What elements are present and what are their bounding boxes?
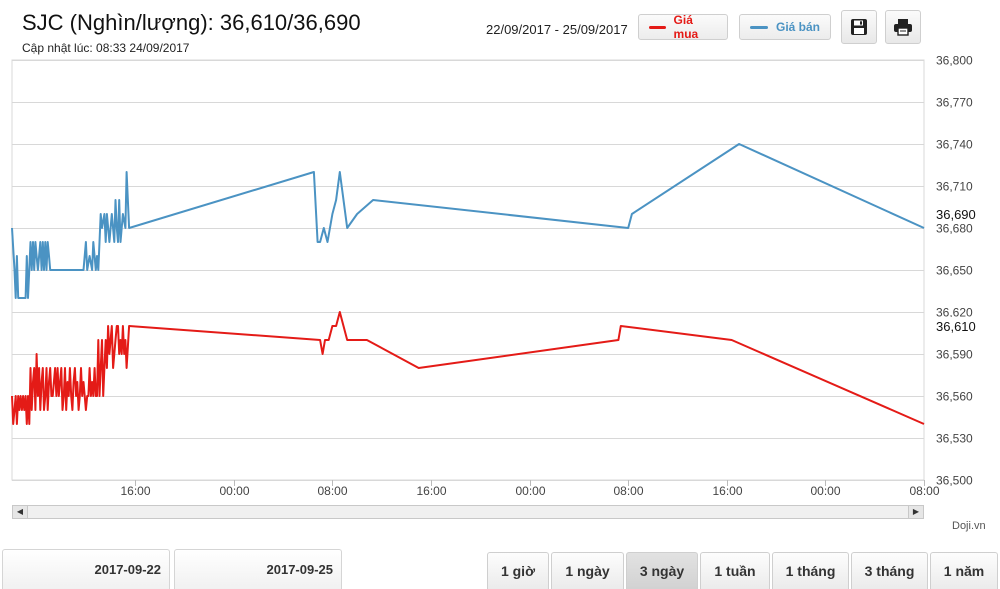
y-tick-label: 36,500 <box>936 474 973 488</box>
period-button-3-days[interactable]: 3 ngày <box>626 552 698 589</box>
x-tick-label: 00:00 <box>219 484 249 498</box>
y-tick-label: 36,770 <box>936 96 973 110</box>
period-button-1-hour[interactable]: 1 giờ <box>487 552 549 589</box>
y-tick-label: 36,800 <box>936 54 973 68</box>
x-axis-ticks: 16:00 00:00 08:00 16:00 00:00 08:00 16:00 00:00… <box>120 480 940 498</box>
x-tick-label: 00:00 <box>810 484 840 498</box>
period-label: 1 giờ <box>500 563 536 579</box>
x-tick-label: 08:00 <box>613 484 643 498</box>
price-chart: 36,50036,53036,56036,59036,62036,65036,6… <box>11 54 986 498</box>
y-axis-ticks: 36,50036,53036,56036,59036,62036,65036,6… <box>936 54 973 488</box>
date-to-field[interactable]: 2017-09-25 <box>174 549 342 589</box>
y-tick-label: 36,650 <box>936 264 973 278</box>
date-to-value: 2017-09-25 <box>266 562 334 577</box>
source-label: Doji.vn <box>952 520 986 532</box>
date-from-field[interactable]: 2017-09-22 <box>2 549 170 589</box>
period-label: 1 tuần <box>714 563 756 579</box>
date-from-value: 2017-09-22 <box>94 562 162 577</box>
last-value-label: 36,690 <box>936 207 976 222</box>
y-tick-label: 36,710 <box>936 180 973 194</box>
period-button-1-day[interactable]: 1 ngày <box>551 552 624 589</box>
series-sell-line <box>11 143 925 299</box>
x-tick-label: 08:00 <box>909 484 939 498</box>
chart-grid <box>11 59 925 481</box>
last-value-label: 36,610 <box>936 319 976 334</box>
period-label: 1 năm <box>943 563 985 579</box>
period-button-1-year[interactable]: 1 năm <box>930 552 998 589</box>
x-tick-label: 16:00 <box>416 484 446 498</box>
period-button-3-months[interactable]: 3 tháng <box>851 552 928 589</box>
period-button-1-month[interactable]: 1 tháng <box>772 552 849 589</box>
period-label: 1 ngày <box>565 563 610 579</box>
x-tick-label: 16:00 <box>712 484 742 498</box>
period-button-1-week[interactable]: 1 tuần <box>700 552 770 589</box>
x-tick-label: 16:00 <box>120 484 150 498</box>
y-tick-label: 36,530 <box>936 432 973 446</box>
chart-scrollbar[interactable]: ◀ ▶ <box>12 505 924 519</box>
period-label: 1 tháng <box>785 563 836 579</box>
series-buy-line <box>11 311 925 425</box>
period-label: 3 tháng <box>864 563 915 579</box>
scroll-right-icon[interactable]: ▶ <box>908 506 923 518</box>
scroll-left-icon[interactable]: ◀ <box>13 506 28 518</box>
y-tick-label: 36,560 <box>936 390 973 404</box>
y-tick-label: 36,680 <box>936 222 973 236</box>
period-label: 3 ngày <box>639 563 685 579</box>
y-tick-label: 36,590 <box>936 348 973 362</box>
x-tick-label: 08:00 <box>317 484 347 498</box>
x-tick-label: 00:00 <box>515 484 545 498</box>
y-tick-label: 36,740 <box>936 138 973 152</box>
